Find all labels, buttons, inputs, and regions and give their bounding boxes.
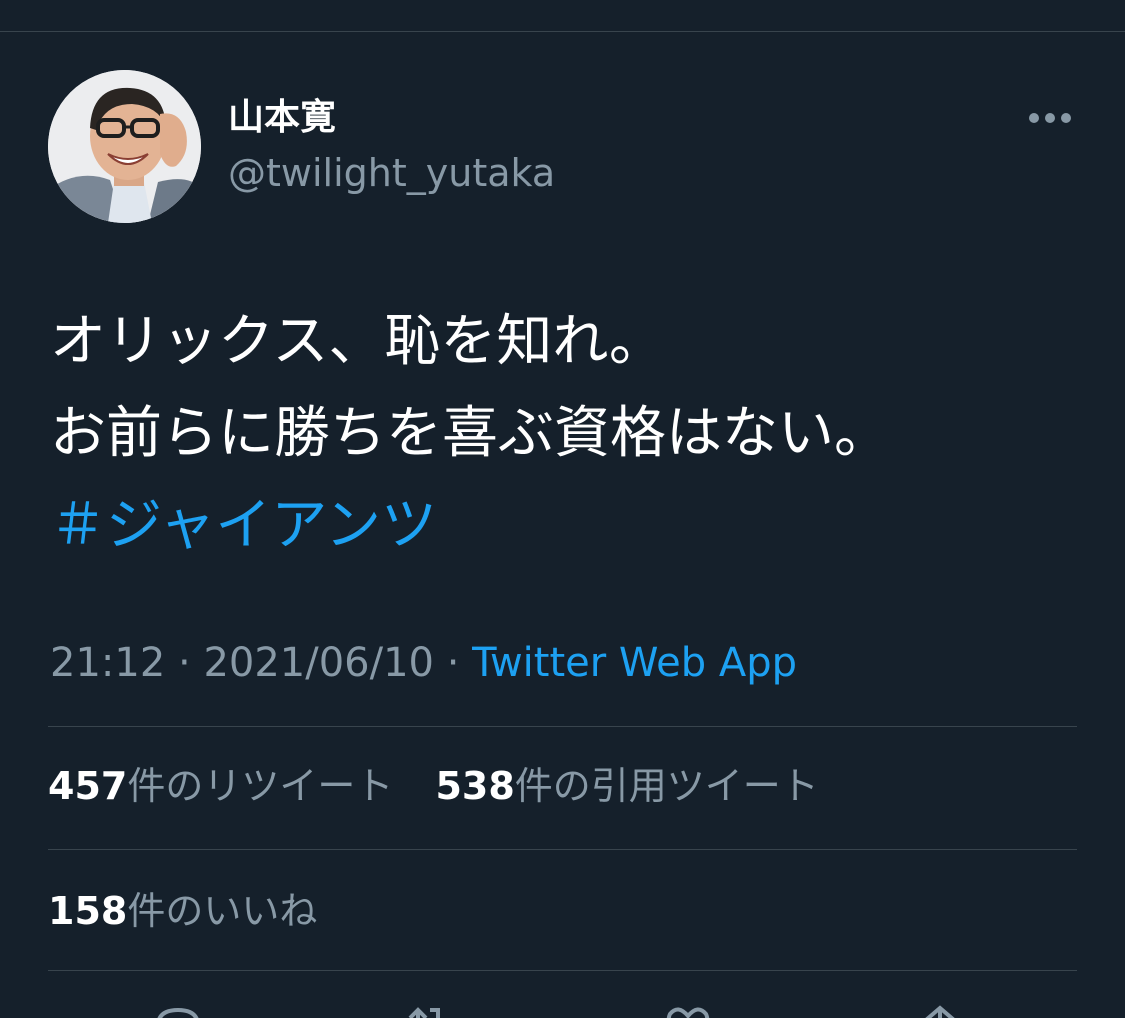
like-count: 158	[48, 889, 128, 933]
like-count-label: 件のいいね	[127, 889, 318, 933]
stats-row-likes: 158件のいいね	[48, 887, 347, 935]
tweet-text-line: お前らに勝ちを喜ぶ資格はない。	[50, 401, 890, 466]
tweet-date[interactable]: 2021/06/10	[203, 640, 434, 686]
divider	[48, 970, 1077, 971]
like-count-link[interactable]: 158件のいいね	[48, 887, 317, 935]
tweet-detail-page: 山本寛 @twilight_yutaka オリックス、恥を知れ。 お前らに勝ちを…	[0, 0, 1125, 1018]
tweet-text: オリックス、恥を知れ。 お前らに勝ちを喜ぶ資格はない。 ＃ジャイアンツ	[50, 296, 1080, 572]
quote-count-label: 件の引用ツイート	[514, 764, 819, 808]
retweet-count-label: 件のリツイート	[127, 764, 394, 808]
retweet-count: 457	[48, 764, 128, 808]
more-horizontal-icon[interactable]	[1024, 106, 1076, 130]
tweet-source-link[interactable]: Twitter Web App	[472, 640, 797, 686]
tweet-meta: 21:12 · 2021/06/10 · Twitter Web App	[50, 638, 797, 688]
stats-row-shares: 457件のリツイート 538件の引用ツイート	[48, 762, 849, 810]
divider	[48, 726, 1077, 727]
reply-icon[interactable]	[150, 1004, 206, 1018]
quote-count-link[interactable]: 538件の引用ツイート	[435, 762, 818, 810]
retweet-icon[interactable]	[400, 1004, 456, 1018]
display-name[interactable]: 山本寛	[228, 96, 336, 140]
hashtag-link[interactable]: ＃ジャイアンツ	[50, 480, 1080, 572]
meta-separator: ·	[433, 640, 473, 686]
retweet-count-link[interactable]: 457件のリツイート	[48, 762, 393, 810]
avatar-photo	[48, 70, 201, 223]
header-divider	[0, 31, 1125, 32]
tweet-action-bar	[0, 990, 1125, 1018]
avatar[interactable]	[48, 70, 201, 223]
user-handle[interactable]: @twilight_yutaka	[228, 150, 555, 196]
share-icon[interactable]	[912, 1004, 968, 1018]
divider	[48, 849, 1077, 850]
quote-count: 538	[435, 764, 515, 808]
meta-separator: ·	[165, 640, 204, 686]
heart-icon[interactable]	[660, 1004, 716, 1018]
tweet-time[interactable]: 21:12	[50, 640, 165, 686]
tweet-text-line: オリックス、恥を知れ。	[50, 309, 665, 374]
